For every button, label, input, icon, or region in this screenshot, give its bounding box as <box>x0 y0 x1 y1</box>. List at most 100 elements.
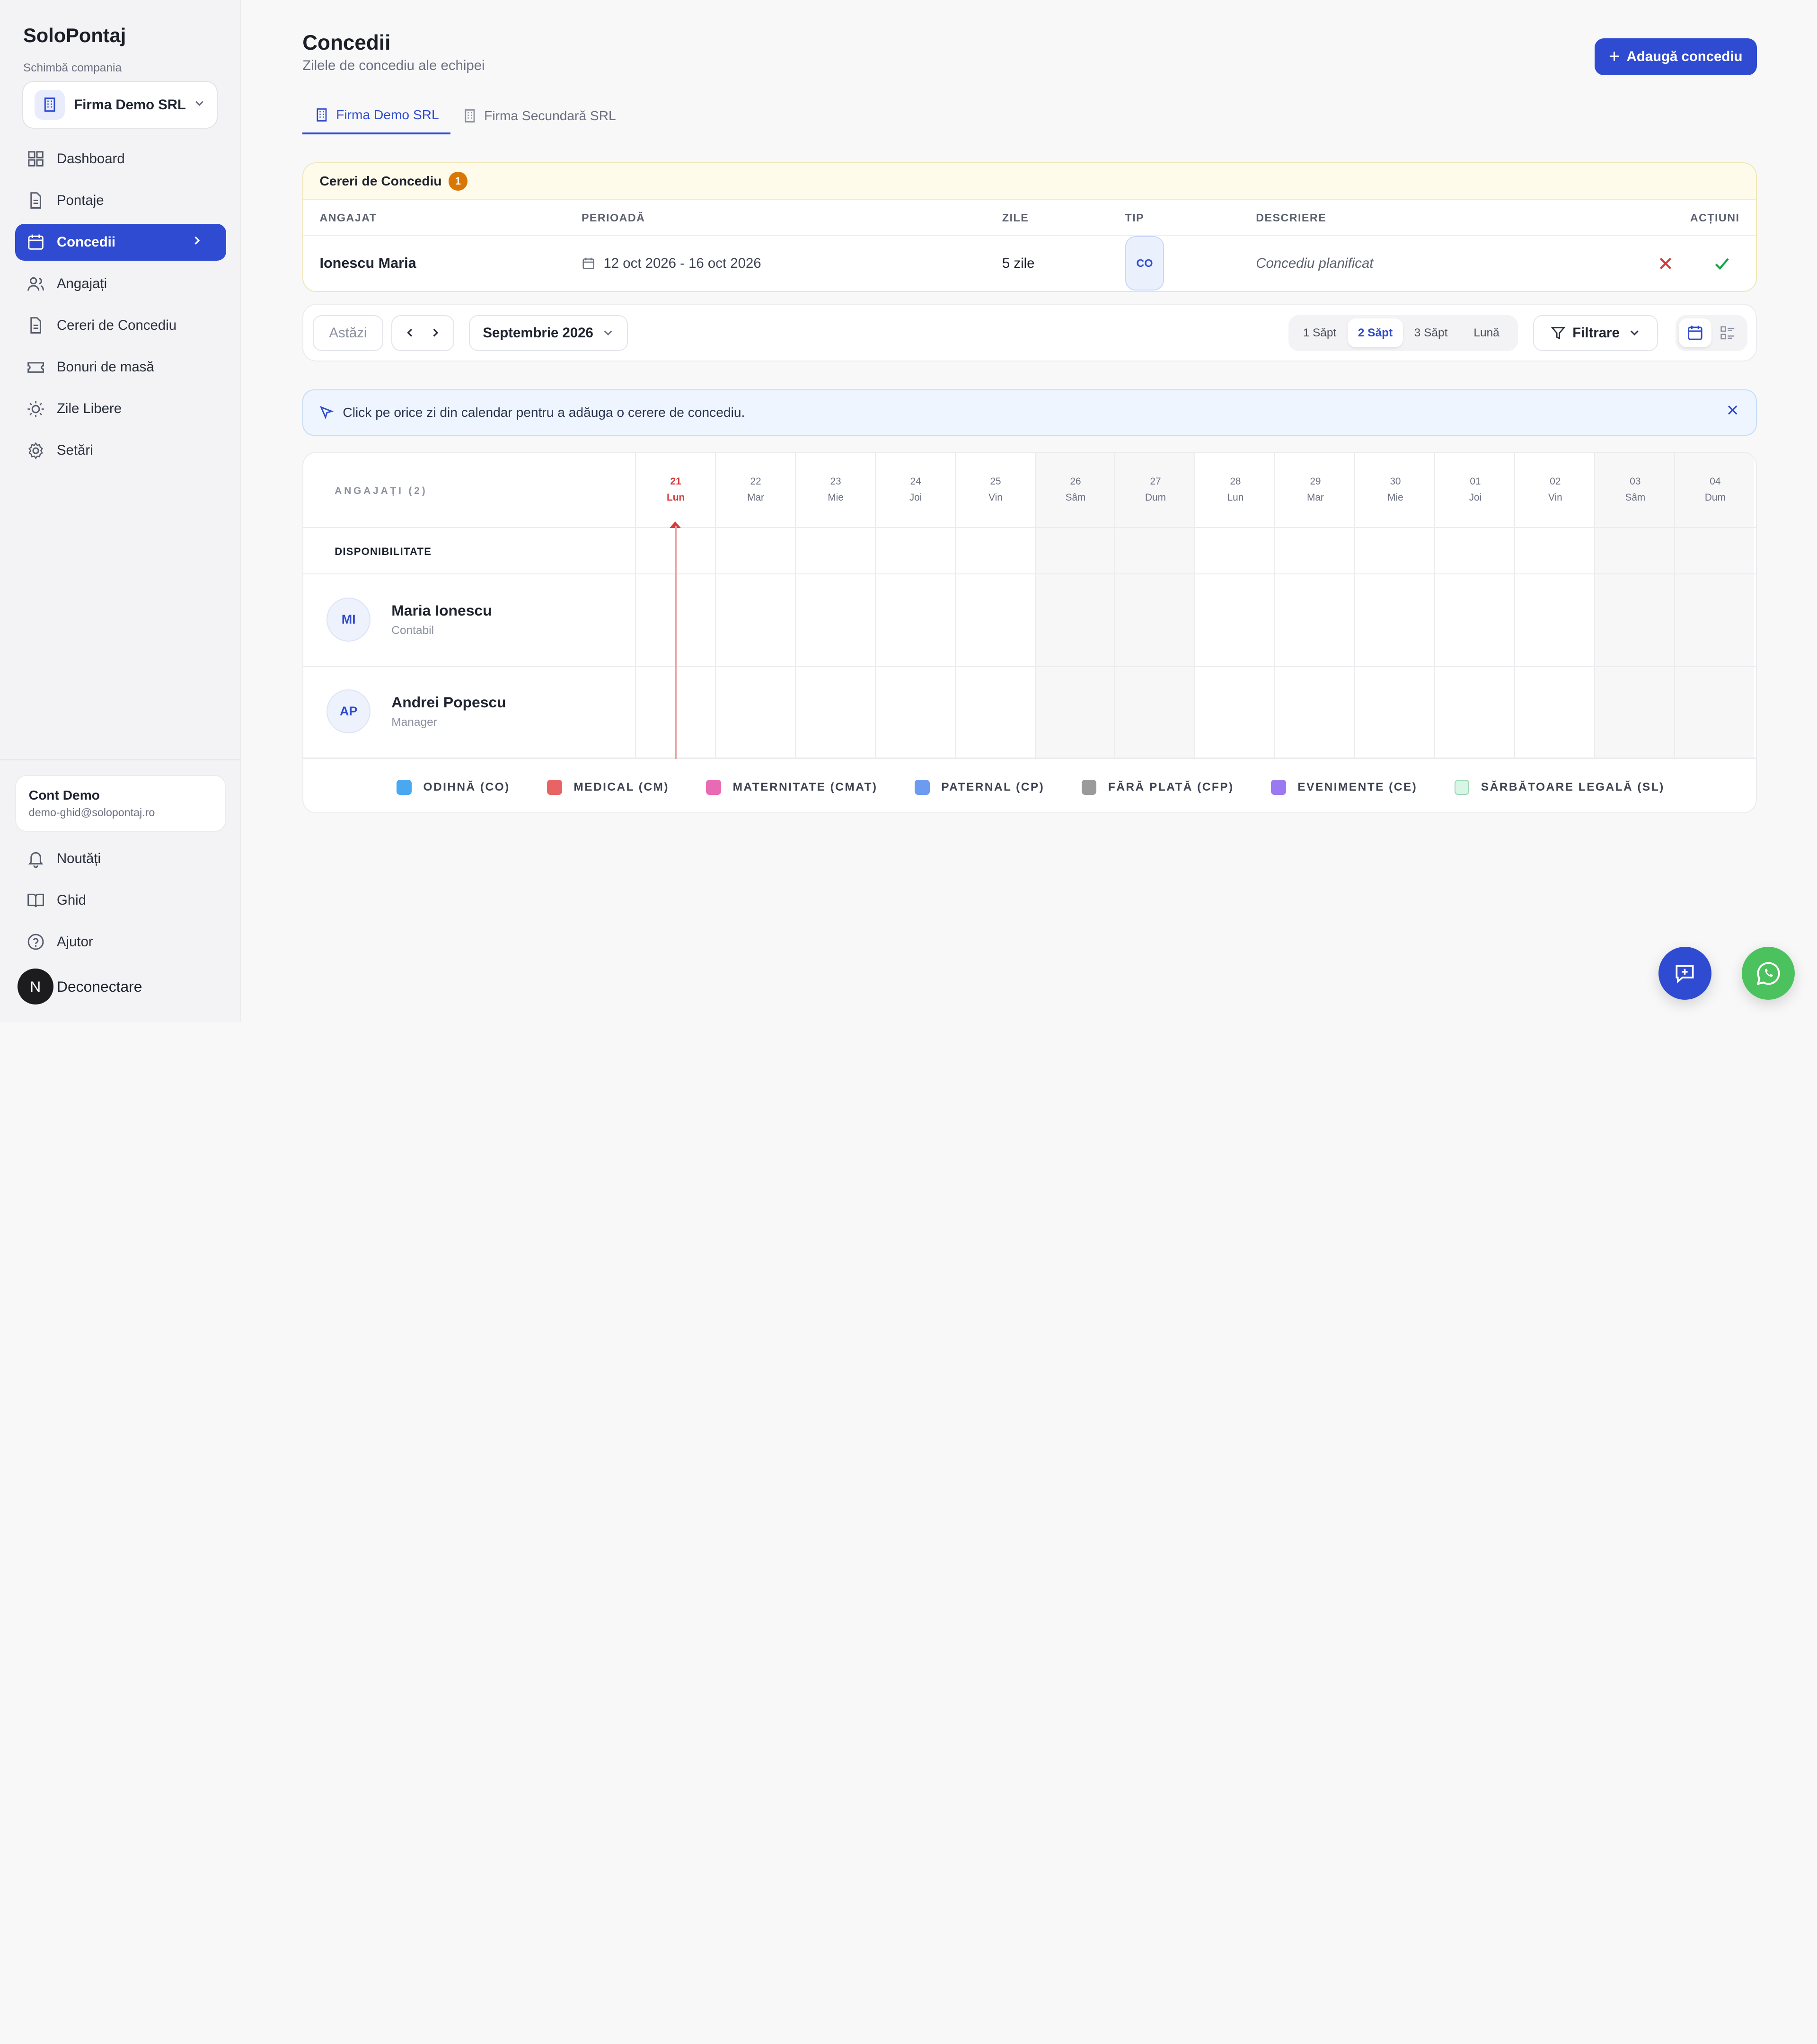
nav-item-setari[interactable]: Setări <box>15 432 226 469</box>
day-column[interactable]: 04 Dum <box>1674 453 1755 759</box>
day-column[interactable]: 23 Mie <box>794 453 876 759</box>
today-button[interactable]: Astăzi <box>312 315 384 351</box>
sidebar-divider <box>0 759 241 760</box>
day-name: Joi <box>1469 492 1482 503</box>
day-column[interactable]: 28 Lun <box>1194 453 1274 759</box>
day-header: 28 Lun <box>1195 474 1275 506</box>
nav-item-concedii[interactable]: Concedii <box>15 223 226 261</box>
gear-icon <box>28 442 44 459</box>
calendar-view-button[interactable] <box>1679 318 1711 348</box>
chat-button[interactable] <box>1658 946 1712 1000</box>
view-toggle <box>1675 315 1747 351</box>
day-column[interactable]: 21 Lun <box>635 453 715 759</box>
availability-label: DISPONIBILITATE <box>335 546 432 558</box>
calendar-icon <box>1688 326 1702 340</box>
day-number: 21 <box>670 476 681 487</box>
add-leave-button[interactable]: + Adaugă concediu <box>1594 38 1757 76</box>
employee-row[interactable]: AP Andrei Popescu Manager <box>326 689 506 733</box>
nav-item-ghid[interactable]: Ghid <box>15 882 226 919</box>
page-subtitle: Zilele de concediu ale echipei <box>302 58 485 74</box>
day-number: 27 <box>1150 476 1161 487</box>
nav-item-bonuri-masa[interactable]: Bonuri de masă <box>15 349 226 386</box>
range-month[interactable]: Lună <box>1459 318 1515 347</box>
day-column[interactable]: 22 Mar <box>714 453 795 759</box>
day-name: Mar <box>747 492 764 503</box>
chevron-right-icon <box>433 329 439 337</box>
nav-item-label: Pontaje <box>56 192 104 208</box>
day-number: 03 <box>1630 476 1641 487</box>
legend-item: MEDICAL (CM) <box>547 779 669 795</box>
day-column[interactable]: 26 Sâm <box>1034 453 1115 759</box>
employee-row[interactable]: MI Maria Ionescu Contabil <box>326 598 492 642</box>
avatar: AP <box>326 689 371 733</box>
day-number: 02 <box>1550 476 1561 487</box>
account-card[interactable]: Cont Demo demo-ghid@solopontaj.ro <box>15 775 226 832</box>
avatar: MI <box>326 598 371 642</box>
whatsapp-button[interactable] <box>1741 946 1795 1000</box>
day-number: 23 <box>830 476 841 487</box>
range-2-weeks[interactable]: 2 Săpt <box>1347 318 1403 348</box>
day-header: 03 Sâm <box>1595 474 1675 506</box>
nav-item-label: Setări <box>56 442 93 458</box>
day-column[interactable]: 29 Mar <box>1274 453 1354 759</box>
day-column[interactable]: 03 Sâm <box>1594 453 1675 759</box>
nav-item-angajati[interactable]: Angajați <box>15 265 226 302</box>
day-number: 24 <box>910 476 921 487</box>
approve-button[interactable] <box>1714 236 1730 291</box>
next-button[interactable] <box>423 327 448 338</box>
tab-firma-secundara[interactable]: Firma Secundară SRL <box>450 97 627 134</box>
nav-item-cereri-concediu[interactable]: Cereri de Concediu <box>15 307 226 344</box>
plus-icon: + <box>1609 46 1620 67</box>
tab-firma-demo[interactable]: Firma Demo SRL <box>302 97 451 135</box>
chevron-down-icon <box>1631 330 1639 336</box>
day-column[interactable]: 25 Vin <box>954 453 1035 759</box>
account-email: demo-ghid@solopontaj.ro <box>28 806 155 819</box>
nav-item-ajutor[interactable]: Ajutor <box>15 924 226 960</box>
day-name: Lun <box>1227 492 1244 503</box>
reject-button[interactable] <box>1658 236 1673 291</box>
close-icon <box>1659 257 1671 269</box>
chat-icon <box>1676 965 1694 984</box>
today-line <box>675 526 677 759</box>
legend-swatch <box>1454 779 1470 795</box>
row-divider <box>303 666 1756 668</box>
row-divider <box>303 573 1756 575</box>
user-badge: N <box>17 969 53 1005</box>
day-header: 30 Mie <box>1355 474 1435 506</box>
day-header: 24 Joi <box>876 474 956 506</box>
day-column[interactable]: 02 Vin <box>1514 453 1594 759</box>
day-name: Dum <box>1704 492 1726 503</box>
range-1-week[interactable]: 1 Săpt <box>1292 318 1348 347</box>
prev-button[interactable] <box>397 327 423 338</box>
nav-item-dashboard[interactable]: Dashboard <box>15 140 226 177</box>
nav-item-label: Bonuri de masă <box>56 359 154 375</box>
company-select[interactable]: Firma Demo SRL <box>22 81 218 129</box>
employee-role: Contabil <box>391 624 434 637</box>
logout-label: Deconectare <box>56 978 142 995</box>
day-column[interactable]: 24 Joi <box>874 453 956 759</box>
nav-item-zile-libere[interactable]: Zile Libere <box>15 390 226 427</box>
day-number: 22 <box>750 476 761 487</box>
day-number: 25 <box>990 476 1001 487</box>
cursor-icon <box>320 406 334 420</box>
column-header: TIP <box>1125 211 1145 224</box>
request-period: 12 oct 2026 - 16 oct 2026 <box>582 236 761 291</box>
leave-requests-panel: Cereri de Concediu 1 ANGAJAT PERIOADĂ ZI… <box>302 162 1757 292</box>
close-banner-button[interactable] <box>1726 403 1739 420</box>
day-column[interactable]: 01 Joi <box>1434 453 1514 759</box>
nav-item-noutati[interactable]: Noutăți <box>15 840 226 877</box>
month-select[interactable]: Septembrie 2026 <box>469 315 628 351</box>
nav-item-pontaje[interactable]: Pontaje <box>15 182 226 219</box>
day-header: 23 Mie <box>796 474 876 506</box>
range-3-weeks[interactable]: 3 Săpt <box>1403 318 1459 347</box>
day-column[interactable]: 27 Dum <box>1114 453 1195 759</box>
logout-button[interactable]: N Deconectare <box>17 969 142 1005</box>
day-column[interactable]: 30 Mie <box>1354 453 1434 759</box>
request-description: Concediu planificat <box>1256 255 1374 271</box>
list-view-button[interactable] <box>1711 318 1744 347</box>
filter-button[interactable]: Filtrare <box>1533 315 1658 351</box>
close-icon <box>1728 405 1738 415</box>
legend-item: EVENIMENTE (CE) <box>1270 779 1417 795</box>
legend: ODIHNĂ (CO) MEDICAL (CM) MATERNITATE (CMAT… <box>303 760 1755 812</box>
day-header: 04 Dum <box>1675 474 1755 506</box>
